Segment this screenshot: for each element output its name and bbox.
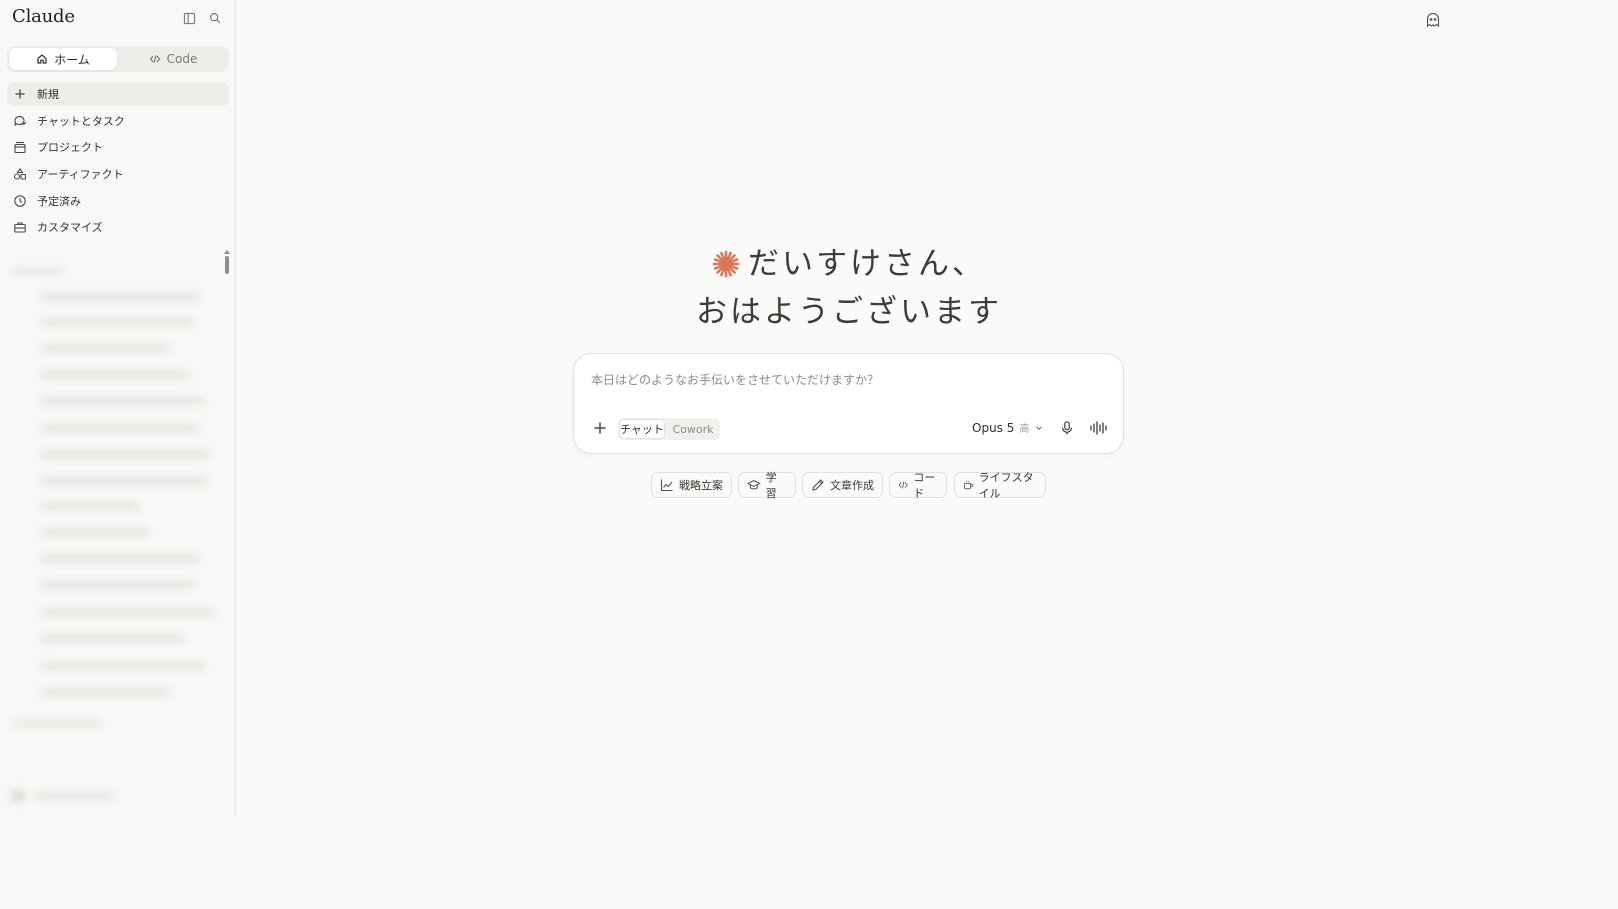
- briefcase-icon: [14, 222, 26, 233]
- chip-label: コード: [913, 471, 936, 500]
- suggestion-chip-strategy[interactable]: 戦略立案: [651, 472, 732, 498]
- model-selector[interactable]: Opus 5 高: [972, 420, 1044, 435]
- suggestion-chip-writing[interactable]: 文章作成: [802, 472, 883, 498]
- chart-icon: [660, 479, 673, 492]
- greeting-line-2: おはようございます: [696, 294, 1002, 330]
- chip-label: 学習: [765, 471, 777, 500]
- mode-segmented-control: ホーム Code: [7, 46, 229, 72]
- app-window: Claude ホーム Code 新規 チャットとタスク プロジェクト アーティフ…: [0, 0, 1456, 818]
- claude-spark-icon: [712, 250, 740, 286]
- account-menu-blurred[interactable]: [10, 786, 220, 806]
- message-input-placeholder[interactable]: 本日はどのようなお手伝いをさせていただけますか？: [591, 371, 879, 388]
- sidebar-item-scheduled[interactable]: 予定済み: [7, 189, 229, 213]
- chip-label: 戦略立案: [679, 479, 723, 492]
- scrollbar-up-arrow[interactable]: [224, 250, 230, 254]
- voice-mode-button[interactable]: [1089, 420, 1109, 436]
- recents-list-blurred: [0, 268, 235, 818]
- sidebar-item-chats[interactable]: チャットとタスク: [7, 109, 229, 133]
- plus-icon: [15, 89, 25, 99]
- mode-chat-button[interactable]: チャット: [619, 419, 665, 439]
- pencil-icon: [812, 479, 824, 491]
- microphone-button[interactable]: [1059, 420, 1075, 436]
- chevron-down-icon: [1036, 425, 1043, 430]
- incognito-ghost-icon[interactable]: [1424, 11, 1442, 29]
- composer-mode-toggle: チャット Cowork: [618, 418, 720, 440]
- sidebar-item-label: カスタマイズ: [37, 221, 103, 234]
- sidebar-item-label: 新規: [37, 88, 59, 101]
- chip-label: ライフスタイル: [978, 471, 1034, 500]
- mode-cowork-button[interactable]: Cowork: [668, 419, 718, 439]
- graduation-cap-icon: [747, 480, 761, 490]
- sidebar-item-artifacts[interactable]: アーティファクト: [7, 162, 229, 186]
- sidebar: Claude ホーム Code 新規 チャットとタスク プロジェクト アーティフ…: [0, 0, 236, 818]
- tab-code[interactable]: Code: [119, 48, 227, 70]
- sidebar-item-label: 予定済み: [37, 195, 81, 208]
- chat-icon: [14, 115, 27, 127]
- tab-code-label: Code: [166, 52, 198, 66]
- artifacts-icon: [13, 167, 27, 180]
- folder-icon: [14, 141, 26, 154]
- outside-area-right: [1456, 0, 1618, 909]
- suggestion-chip-lifestyle[interactable]: ライフスタイル: [954, 471, 1046, 500]
- message-composer[interactable]: 本日はどのようなお手伝いをさせていただけますか？ チャット Cowork Opu…: [573, 353, 1124, 454]
- chip-label: 文章作成: [830, 479, 874, 492]
- sidebar-item-projects[interactable]: プロジェクト: [7, 135, 229, 159]
- model-effort: 高: [1019, 424, 1030, 435]
- suggestion-chip-code[interactable]: コード: [889, 471, 947, 500]
- greeting-line-1-text: だいすけさん、: [748, 246, 986, 282]
- tab-home-label: ホーム: [54, 52, 90, 67]
- attach-plus-button[interactable]: [592, 420, 608, 436]
- sidebar-item-label: アーティファクト: [37, 168, 124, 181]
- plus-icon: [594, 422, 606, 434]
- greeting-line-1: だいすけさん、: [575, 238, 1123, 286]
- model-name: Opus 5: [972, 420, 1015, 435]
- brand-logo: Claude: [12, 6, 75, 27]
- audio-waveform-icon: [1090, 421, 1107, 435]
- suggestion-chip-learning[interactable]: 学習: [738, 471, 796, 500]
- clock-icon: [14, 195, 26, 207]
- tab-home[interactable]: ホーム: [9, 48, 117, 70]
- home-icon: [37, 54, 47, 64]
- sidebar-item-customize[interactable]: カスタマイズ: [7, 215, 229, 239]
- code-icon: [898, 481, 908, 489]
- sidebar-item-label: チャットとタスク: [37, 115, 125, 128]
- sidebar-item-label: プロジェクト: [37, 141, 103, 154]
- code-icon: [149, 55, 160, 63]
- coffee-icon: [964, 481, 974, 490]
- sidebar-toggle-icon[interactable]: [181, 10, 197, 26]
- search-icon[interactable]: [207, 10, 223, 26]
- outside-area-bottom: [0, 818, 1456, 909]
- sidebar-item-new[interactable]: 新規: [7, 82, 229, 106]
- microphone-icon: [1061, 421, 1073, 435]
